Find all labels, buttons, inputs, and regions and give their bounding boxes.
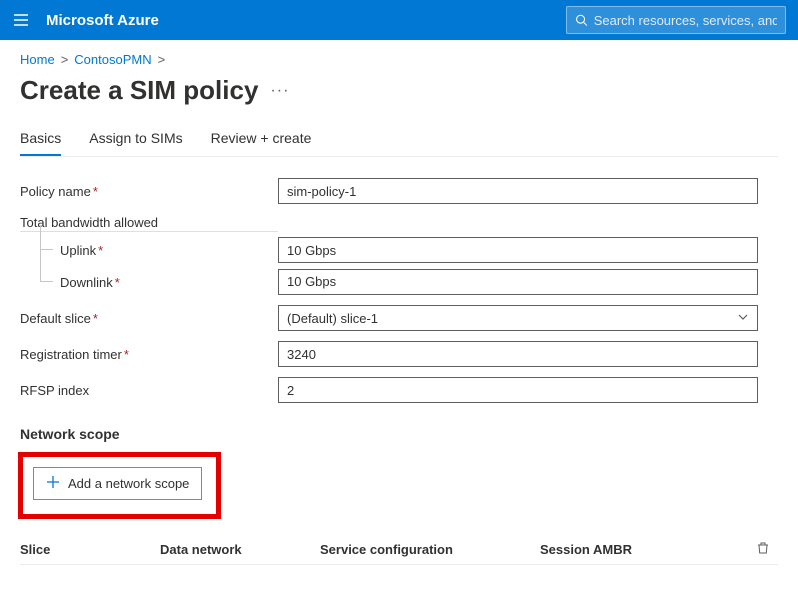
breadcrumb-sep: > <box>61 52 69 67</box>
add-network-scope-label: Add a network scope <box>68 476 189 491</box>
breadcrumb: Home > ContosoPMN > <box>20 52 778 67</box>
network-scope-table-header: Slice Data network Service configuration… <box>20 541 778 565</box>
policy-name-label: Policy name* <box>20 184 278 199</box>
col-service-config: Service configuration <box>320 542 540 557</box>
hamburger-menu-icon[interactable] <box>12 11 30 29</box>
azure-top-bar: Microsoft Azure <box>0 0 798 40</box>
col-data-network: Data network <box>160 542 320 557</box>
default-slice-label: Default slice* <box>20 311 278 326</box>
tab-review-create[interactable]: Review + create <box>211 130 312 156</box>
more-actions-button[interactable]: ··· <box>270 82 289 100</box>
col-slice: Slice <box>20 542 160 557</box>
registration-timer-label: Registration timer* <box>20 347 278 362</box>
rfsp-index-label: RFSP index <box>20 383 278 398</box>
policy-name-input[interactable] <box>278 178 758 204</box>
registration-timer-input[interactable] <box>278 341 758 367</box>
page-content: Home > ContosoPMN > Create a SIM policy … <box>0 40 798 565</box>
default-slice-select[interactable]: (Default) slice-1 <box>278 305 758 331</box>
bandwidth-group-label: Total bandwidth allowed <box>20 215 278 232</box>
trash-icon[interactable] <box>756 541 770 558</box>
tab-basics[interactable]: Basics <box>20 130 61 156</box>
breadcrumb-home[interactable]: Home <box>20 52 55 67</box>
breadcrumb-sep: > <box>158 52 166 67</box>
plus-icon <box>46 475 60 492</box>
network-scope-heading: Network scope <box>20 426 778 442</box>
downlink-label: Downlink* <box>20 275 278 290</box>
tabs: Basics Assign to SIMs Review + create <box>20 130 778 157</box>
downlink-input[interactable] <box>278 269 758 295</box>
default-slice-value: (Default) slice-1 <box>287 311 378 326</box>
menu-icon <box>12 11 30 29</box>
breadcrumb-resource[interactable]: ContosoPMN <box>74 52 151 67</box>
uplink-label: Uplink* <box>20 243 278 258</box>
search-icon <box>575 13 588 27</box>
chevron-down-icon <box>737 311 749 326</box>
tab-assign-to-sims[interactable]: Assign to SIMs <box>89 130 182 156</box>
search-input[interactable] <box>594 13 777 28</box>
rfsp-index-input[interactable] <box>278 377 758 403</box>
highlight-annotation: Add a network scope <box>18 452 221 519</box>
global-search[interactable] <box>566 6 786 34</box>
uplink-input[interactable] <box>278 237 758 263</box>
brand-label: Microsoft Azure <box>46 12 159 29</box>
page-title: Create a SIM policy <box>20 75 258 106</box>
col-session-ambr: Session AMBR <box>540 542 748 557</box>
add-network-scope-button[interactable]: Add a network scope <box>33 467 202 500</box>
